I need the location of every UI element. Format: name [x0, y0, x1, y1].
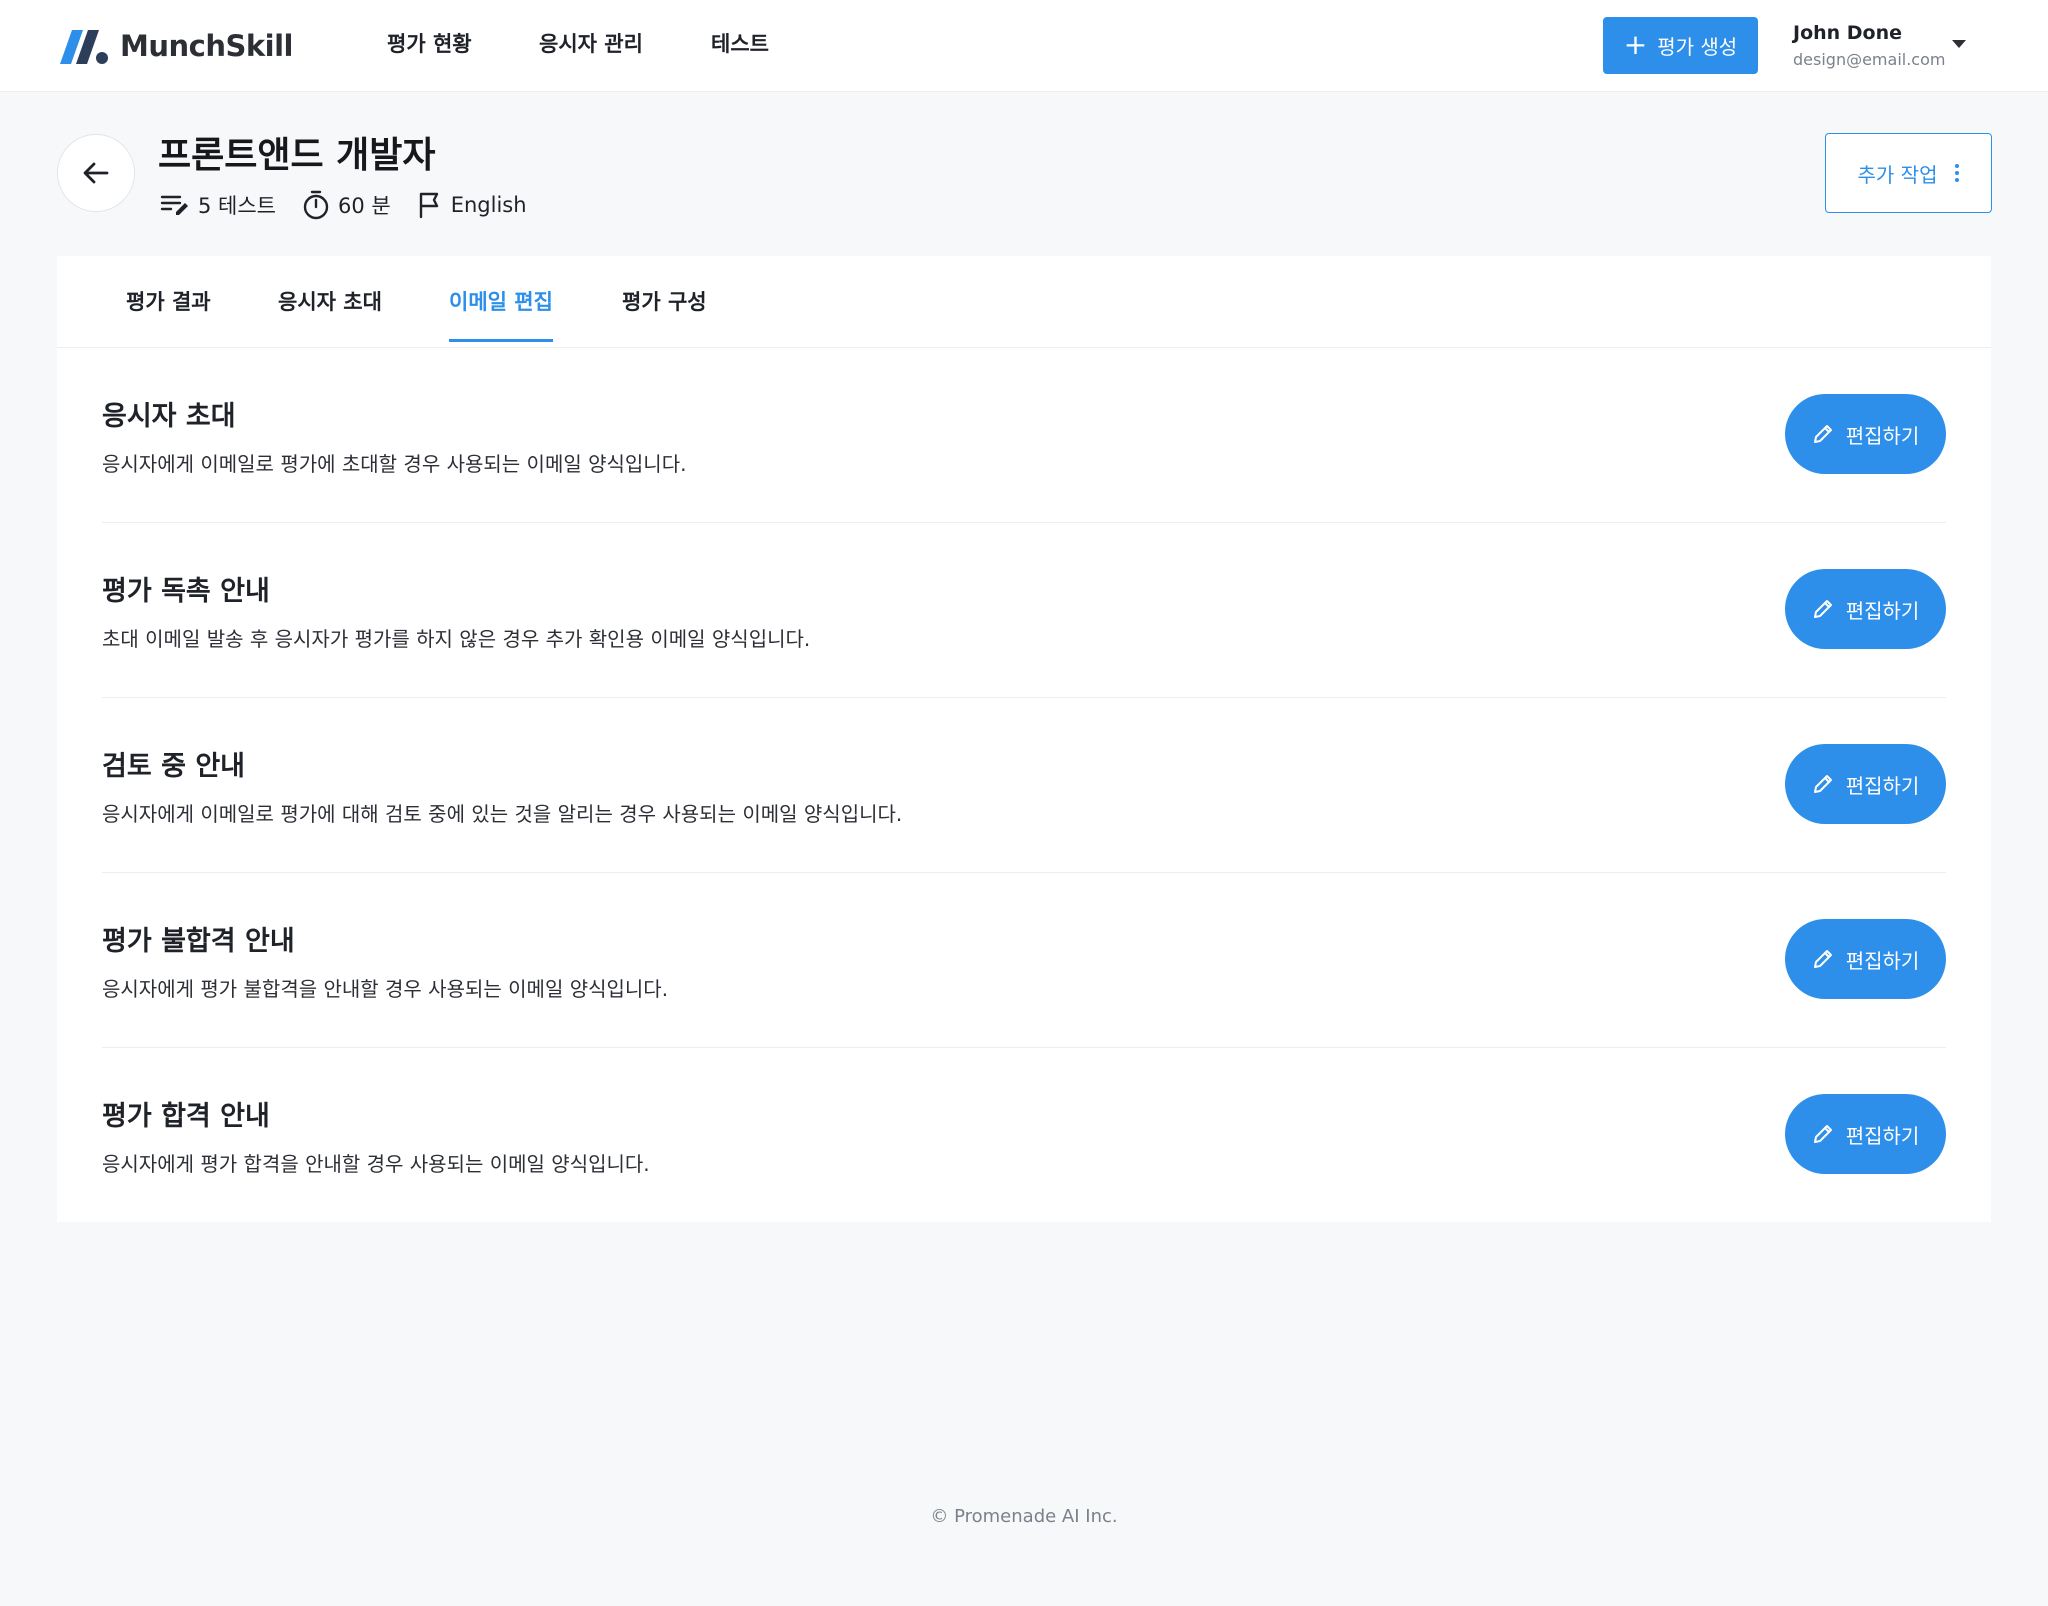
assessment-meta: 5 테스트 60 분 English [160, 190, 527, 220]
edit-button-label: 편집하기 [1845, 1123, 1920, 1148]
template-description: 응시자에게 평가 합격을 안내할 경우 사용되는 이메일 양식입니다. [102, 1152, 650, 1176]
more-vertical-icon [1955, 164, 1960, 182]
pencil-icon [1813, 600, 1832, 618]
edit-button[interactable]: 편집하기 [1785, 1094, 1946, 1174]
edit-button[interactable]: 편집하기 [1785, 744, 1946, 824]
list-item: 평가 불합격 안내 응시자에게 평가 불합격을 안내할 경우 사용되는 이메일 … [102, 873, 1946, 1048]
list-edit-icon [160, 195, 188, 215]
page-title: 프론트앤드 개발자 [158, 135, 436, 176]
edit-button-label: 편집하기 [1845, 948, 1920, 973]
pencil-icon [1813, 775, 1832, 793]
flag-icon [419, 192, 438, 219]
more-actions-button[interactable]: 추가 작업 [1825, 133, 1992, 213]
template-title: 평가 합격 안내 [102, 1101, 270, 1132]
more-actions-label: 추가 작업 [1857, 162, 1938, 187]
template-title: 검토 중 안내 [102, 751, 245, 782]
edit-button[interactable]: 편집하기 [1785, 394, 1946, 474]
back-button[interactable] [57, 134, 135, 212]
template-title: 응시자 초대 [102, 401, 236, 432]
language-label: English [450, 193, 527, 217]
tab-assessment-setup[interactable]: 평가 구성 [622, 286, 707, 342]
pencil-icon [1813, 425, 1832, 443]
user-menu[interactable]: John Done design@email.com [1793, 22, 1973, 69]
edit-button-label: 편집하기 [1845, 773, 1920, 798]
create-assessment-label: 평가 생성 [1657, 35, 1738, 59]
duration-label: 60 분 [338, 194, 391, 218]
template-description: 초대 이메일 발송 후 응시자가 평가를 하지 않은 경우 추가 확인용 이메일… [102, 627, 811, 651]
edit-button-label: 편집하기 [1845, 598, 1920, 623]
pencil-icon [1813, 1125, 1832, 1143]
edit-button-label: 편집하기 [1845, 423, 1920, 448]
chevron-down-icon[interactable] [1952, 40, 1966, 48]
nav-item-tests[interactable]: 테스트 [711, 28, 769, 58]
template-description: 응시자에게 평가 불합격을 안내할 경우 사용되는 이메일 양식입니다. [102, 977, 669, 1001]
duration: 60 분 [302, 190, 391, 220]
edit-button[interactable]: 편집하기 [1785, 569, 1946, 649]
tab-results[interactable]: 평가 결과 [126, 286, 211, 342]
template-description: 응시자에게 이메일로 평가에 대해 검토 중에 있는 것을 알리는 경우 사용되… [102, 802, 903, 826]
tab-edit-email[interactable]: 이메일 편집 [449, 286, 553, 342]
create-assessment-button[interactable]: + 평가 생성 [1603, 17, 1758, 74]
user-email: design@email.com [1793, 50, 1946, 69]
brand-name: MunchSkill [120, 29, 293, 63]
pencil-icon [1813, 950, 1832, 968]
edit-button[interactable]: 편집하기 [1785, 919, 1946, 999]
top-navigation-bar: MunchSkill 평가 현황 응시자 관리 테스트 + 평가 생성 John… [0, 0, 2048, 92]
list-item: 검토 중 안내 응시자에게 이메일로 평가에 대해 검토 중에 있는 것을 알리… [102, 698, 1946, 873]
nav-item-candidate-management[interactable]: 응시자 관리 [539, 28, 643, 58]
list-item: 응시자 초대 응시자에게 이메일로 평가에 초대할 경우 사용되는 이메일 양식… [102, 348, 1946, 523]
template-description: 응시자에게 이메일로 평가에 초대할 경우 사용되는 이메일 양식입니다. [102, 452, 687, 476]
language: English [417, 191, 527, 219]
tab-bar: 평가 결과 응시자 초대 이메일 편집 평가 구성 [57, 256, 1991, 348]
template-title: 평가 독촉 안내 [102, 576, 270, 607]
email-template-list: 응시자 초대 응시자에게 이메일로 평가에 초대할 경우 사용되는 이메일 양식… [102, 348, 1946, 1223]
brand-logo[interactable]: MunchSkill [56, 24, 293, 68]
munchskill-logo-icon [60, 30, 108, 64]
footer-copyright: © Promenade AI Inc. [930, 1506, 1118, 1527]
list-item: 평가 합격 안내 응시자에게 평가 합격을 안내할 경우 사용되는 이메일 양식… [102, 1048, 1946, 1223]
arrow-left-icon [83, 162, 109, 184]
timer-icon [303, 190, 329, 220]
nav-item-assessment-status[interactable]: 평가 현황 [387, 28, 472, 58]
template-title: 평가 불합격 안내 [102, 926, 295, 957]
plus-icon: + [1623, 27, 1648, 61]
list-item: 평가 독촉 안내 초대 이메일 발송 후 응시자가 평가를 하지 않은 경우 추… [102, 523, 1946, 698]
user-name: John Done [1793, 22, 1903, 44]
test-count-label: 5 테스트 [198, 194, 276, 218]
test-count: 5 테스트 [160, 190, 276, 220]
email-templates-card: 평가 결과 응시자 초대 이메일 편집 평가 구성 응시자 초대 응시자에게 이… [57, 256, 1991, 1222]
tab-invite-candidates[interactable]: 응시자 초대 [278, 286, 382, 342]
